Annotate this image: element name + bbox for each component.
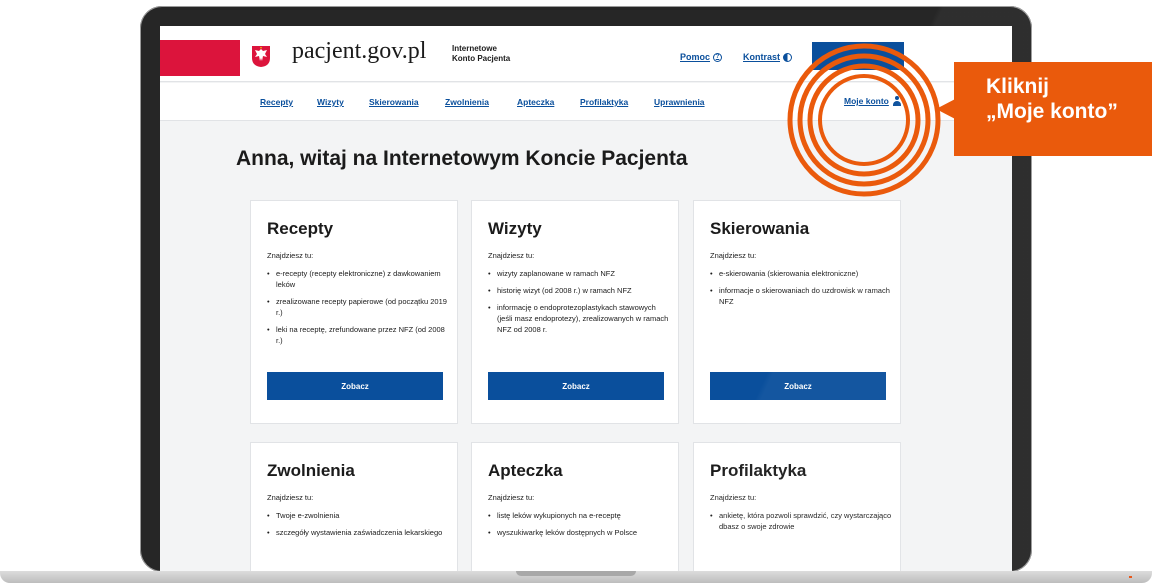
nav-item-recepty[interactable]: Recepty [260, 97, 293, 107]
card-zwolnienia: Zwolnienia Znajdziesz tu: Twoje e-zwolni… [250, 442, 458, 572]
card-list: e-skierowania (skierowania elektroniczne… [710, 268, 892, 313]
card-title: Wizyty [488, 219, 542, 238]
card-intro: Znajdziesz tu: [710, 493, 757, 502]
list-item: wizyty zaplanowane w ramach NFZ [488, 268, 670, 279]
see-skierowania-button[interactable]: Zobacz [710, 372, 886, 400]
see-wizyty-button[interactable]: Zobacz [488, 372, 664, 400]
site-logo[interactable]: pacjent.gov.pl [292, 38, 426, 65]
card-intro: Znajdziesz tu: [267, 493, 314, 502]
nav-item-uprawnienia[interactable]: Uprawnienia [654, 97, 705, 107]
eagle-emblem-icon [252, 46, 270, 67]
card-skierowania: Skierowania Znajdziesz tu: e-skierowania… [693, 200, 901, 424]
card-title: Zwolnienia [267, 461, 355, 480]
list-item: leki na receptę, zrefundowane przez NFZ … [267, 324, 449, 346]
nav-item-skierowania[interactable]: Skierowania [369, 97, 419, 107]
card-recepty: Recepty Znajdziesz tu: e-recepty (recept… [250, 200, 458, 424]
list-item: listę leków wykupionych na e-receptę [488, 510, 670, 521]
card-intro: Znajdziesz tu: [488, 493, 535, 502]
card-intro: Znajdziesz tu: [488, 251, 535, 260]
list-item: informację o endoprotezoplastykach stawo… [488, 302, 670, 335]
list-item: e-skierowania (skierowania elektroniczne… [710, 268, 892, 279]
card-intro: Znajdziesz tu: [267, 251, 314, 260]
logo-subtitle-line2: Konto Pacjenta [452, 54, 511, 63]
list-item: historię wizyt (od 2008 r.) w ramach NFZ [488, 285, 670, 296]
help-label: Pomoc [680, 52, 711, 62]
card-profilaktyka: Profilaktyka Znajdziesz tu: ankietę, któ… [693, 442, 901, 572]
card-apteczka: Apteczka Znajdziesz tu: listę leków wyku… [471, 442, 679, 572]
laptop-mockup: pacjent.gov.pl Internetowe Konto Pacjent… [0, 0, 1152, 585]
contrast-toggle[interactable]: Kontrast [743, 52, 793, 62]
list-item: informacje o skierowaniach do uzdrowisk … [710, 285, 892, 307]
card-title: Recepty [267, 219, 334, 238]
logo-subtitle-line1: Internetowe [452, 44, 497, 53]
power-indicator [1129, 576, 1132, 578]
card-list: e-recepty (recepty elektroniczne) z dawk… [267, 268, 449, 352]
list-item: zrealizowane recepty papierowe (od począ… [267, 296, 449, 318]
logo-subtitle: Internetowe Konto Pacjenta [452, 44, 510, 64]
callout-text: Kliknij „Moje konto” [986, 74, 1118, 124]
card-list: ankietę, która pozwoli sprawdzić, czy wy… [710, 510, 892, 538]
nav-item-profilaktyka[interactable]: Profilaktyka [580, 97, 628, 107]
polish-flag-stripe [160, 40, 240, 76]
card-wizyty: Wizyty Znajdziesz tu: wizyty zaplanowane… [471, 200, 679, 424]
list-item: Twoje e-zwolnienia [267, 510, 449, 521]
card-title: Apteczka [488, 461, 563, 480]
list-item: ankietę, która pozwoli sprawdzić, czy wy… [710, 510, 892, 532]
list-item: szczegóły wystawienia zaświadczenia leka… [267, 527, 449, 538]
laptop-base-notch [516, 571, 636, 576]
question-mark-icon: ? [713, 52, 723, 62]
callout-line1: Kliknij [986, 75, 1050, 98]
card-list: Twoje e-zwolnienia szczegóły wystawienia… [267, 510, 449, 544]
see-recepty-button[interactable]: Zobacz [267, 372, 443, 400]
nav-item-zwolnienia[interactable]: Zwolnienia [445, 97, 489, 107]
highlight-rings [787, 43, 941, 197]
page-title: Anna, witaj na Internetowym Koncie Pacje… [236, 147, 688, 170]
callout-line2: „Moje konto” [986, 100, 1118, 123]
card-title: Skierowania [710, 219, 810, 238]
card-title: Profilaktyka [710, 461, 807, 480]
card-intro: Znajdziesz tu: [710, 251, 757, 260]
contrast-label: Kontrast [743, 52, 781, 62]
nav-item-apteczka[interactable]: Apteczka [517, 97, 554, 107]
list-item: wyszukiwarkę leków dostępnych w Polsce [488, 527, 670, 538]
card-list: wizyty zaplanowane w ramach NFZ historię… [488, 268, 670, 341]
list-item: e-recepty (recepty elektroniczne) z dawk… [267, 268, 449, 290]
card-list: listę leków wykupionych na e-receptę wys… [488, 510, 670, 544]
nav-item-wizyty[interactable]: Wizyty [317, 97, 344, 107]
help-link[interactable]: Pomoc ? [680, 52, 723, 62]
